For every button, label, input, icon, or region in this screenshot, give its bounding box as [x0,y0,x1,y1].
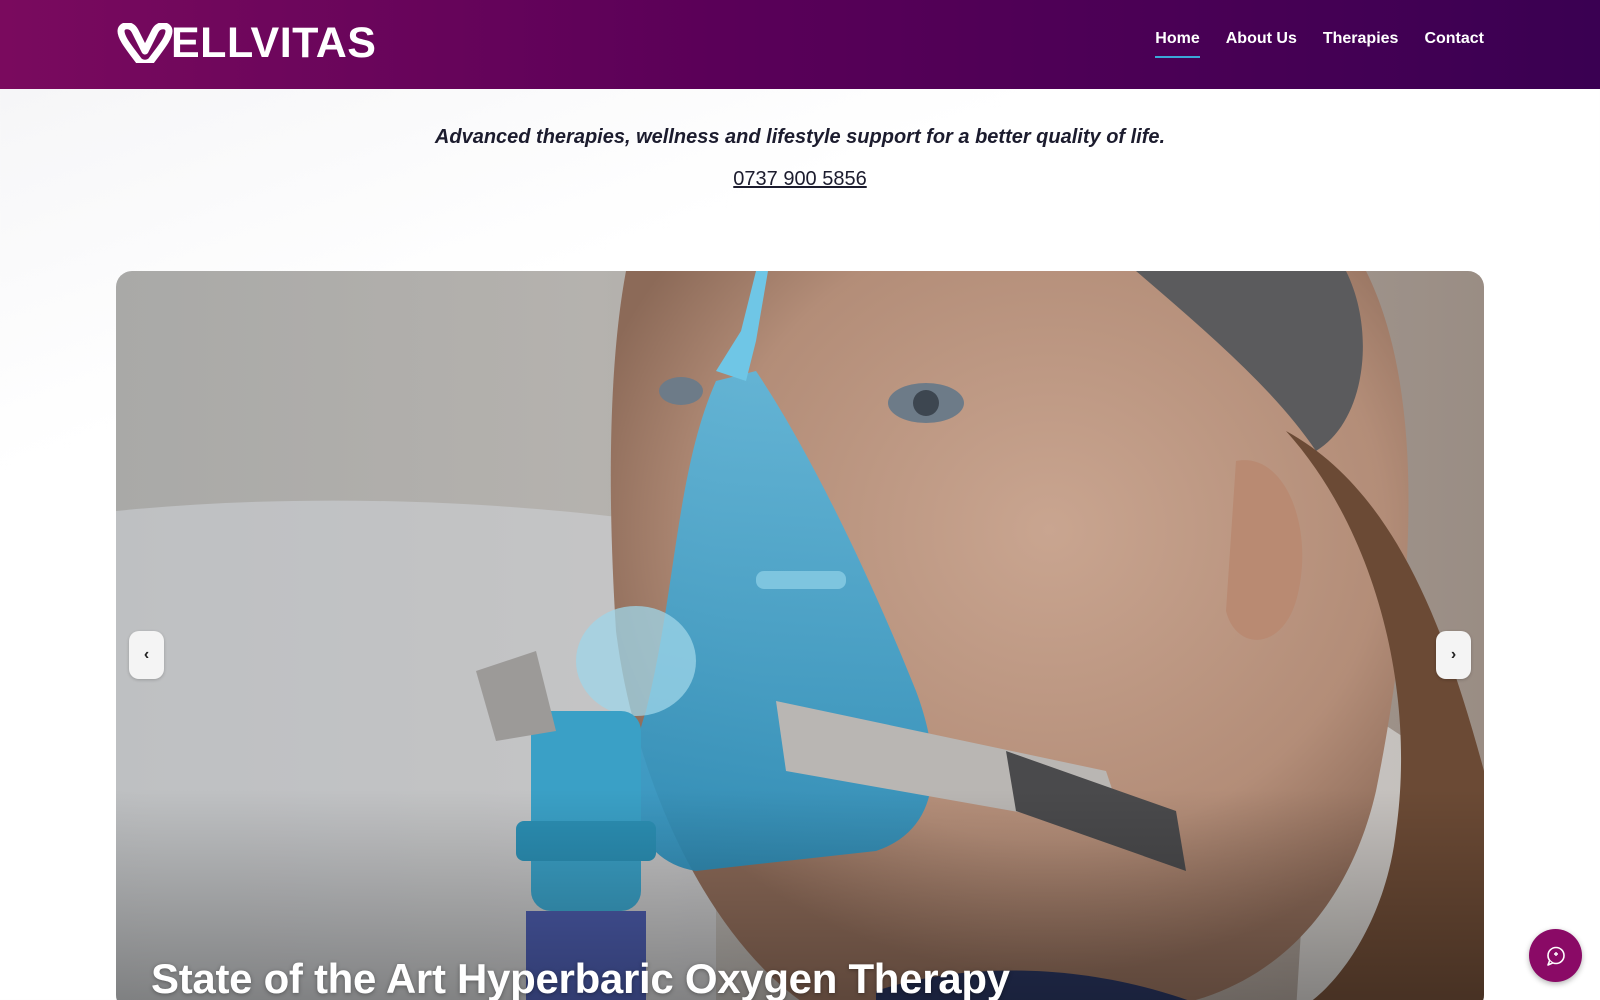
hero-slider: ‹ › State of the Art Hyperbaric Oxygen T… [116,271,1484,1000]
nav-item-contact[interactable]: Contact [1424,30,1484,56]
slider-next-button[interactable]: › [1436,631,1471,679]
hero-image [116,271,1484,1000]
logo-text: ELLVITAS [171,19,377,67]
nav-item-home[interactable]: Home [1155,30,1201,58]
main-nav: Home About Us Therapies Contact [1155,30,1484,58]
nav-item-about-us[interactable]: About Us [1226,30,1297,56]
slide-title: State of the Art Hyperbaric Oxygen Thera… [151,955,1010,1000]
tagline: Advanced therapies, wellness and lifesty… [434,126,1166,148]
phone-container: 0737 900 5856 [0,168,1600,191]
logo[interactable]: ELLVITAS [117,19,377,67]
site-header: ELLVITAS Home About Us Therapies Contact [0,0,1600,89]
chat-bubble-icon [1546,946,1565,966]
chat-button[interactable] [1529,929,1582,982]
logo-heart-w-icon [117,23,173,63]
slider-prev-button[interactable]: ‹ [129,631,164,679]
phone-link[interactable]: 0737 900 5856 [733,168,866,190]
nav-item-therapies[interactable]: Therapies [1323,30,1399,56]
